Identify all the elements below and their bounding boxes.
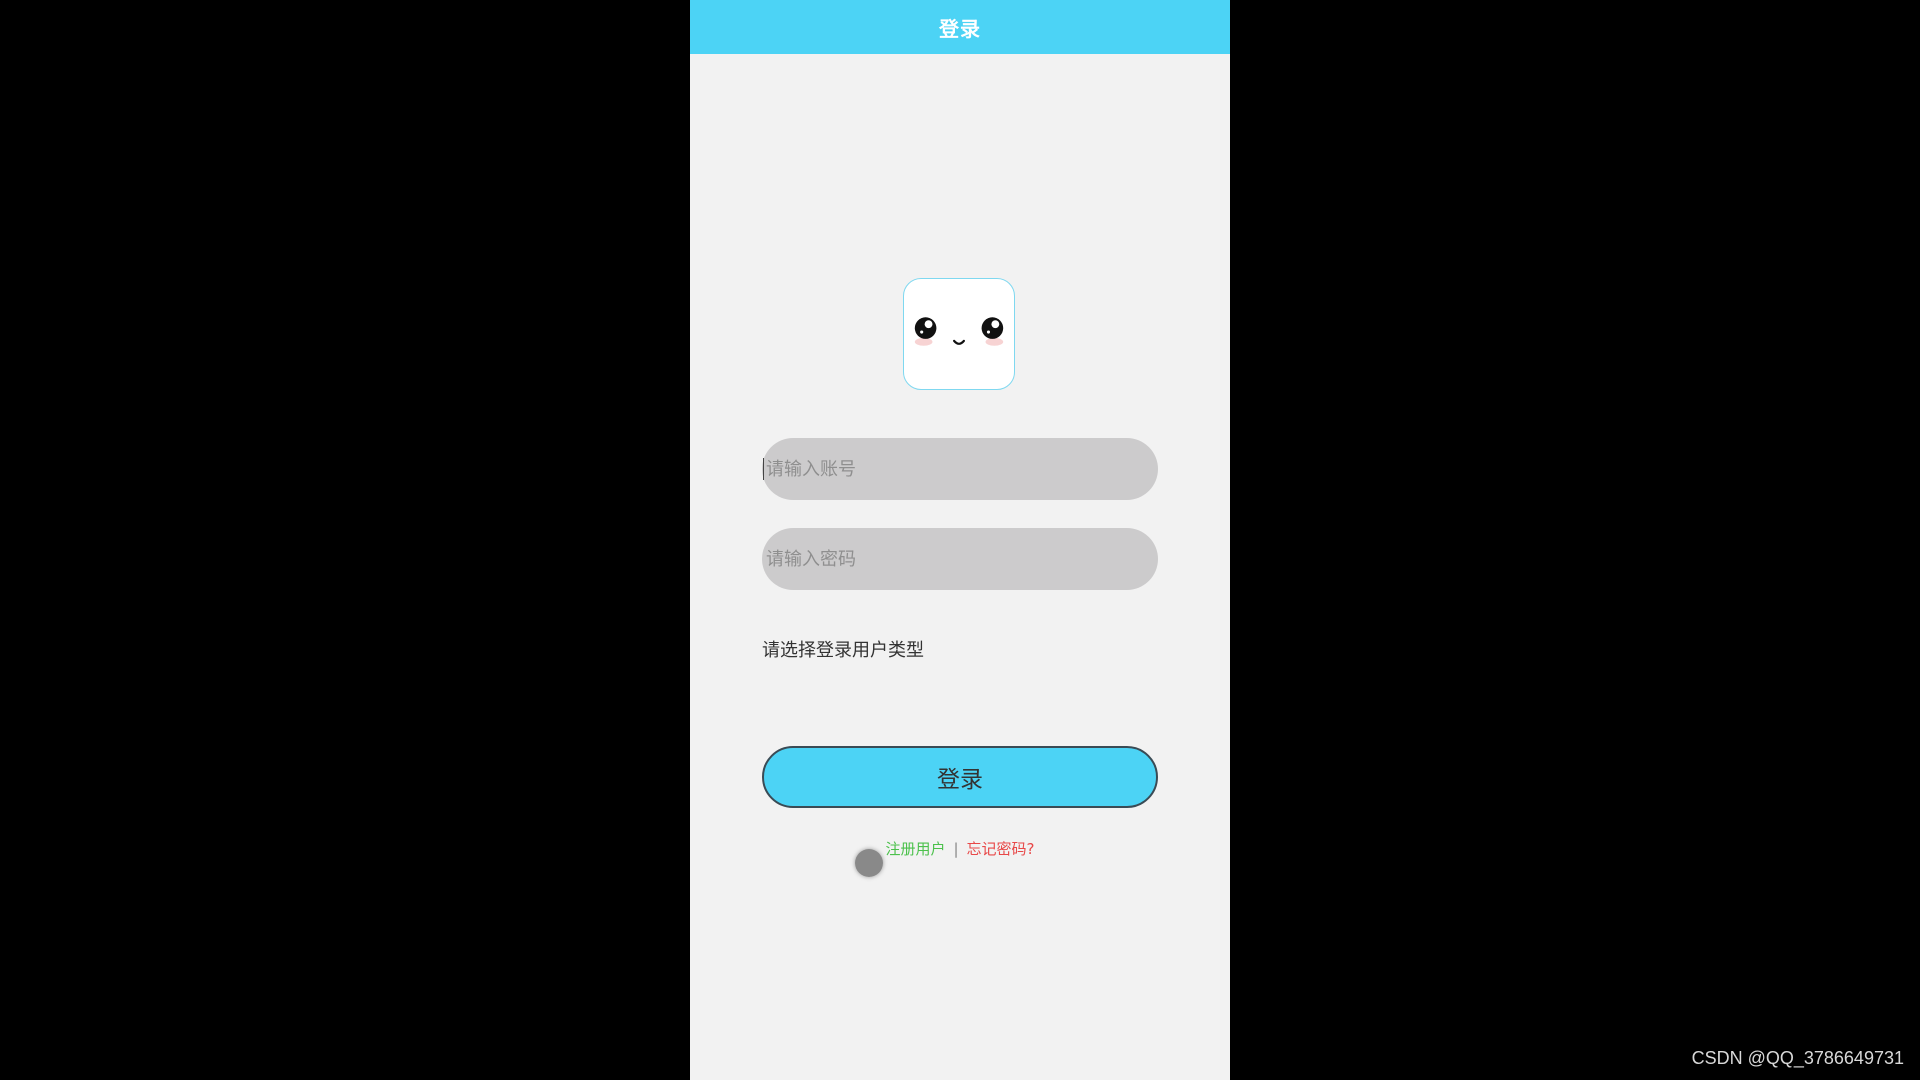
cute-face-icon xyxy=(903,278,1015,390)
page-title: 登录 xyxy=(939,16,981,41)
register-link[interactable]: 注册用户 xyxy=(885,840,945,858)
password-input[interactable] xyxy=(762,528,1158,590)
account-input[interactable] xyxy=(762,438,1158,500)
phone-screen: 登录 请选择登录用户类型 登录 注册用户 | 忘记密码? xyxy=(690,0,1230,1080)
text-caret xyxy=(763,458,764,480)
touch-indicator xyxy=(855,849,883,877)
user-type-label: 请选择登录用户类型 xyxy=(762,640,924,661)
forgot-password-link[interactable]: 忘记密码? xyxy=(967,840,1035,858)
login-button[interactable]: 登录 xyxy=(762,746,1158,808)
auth-links: 注册用户 | 忘记密码? xyxy=(690,838,1230,859)
watermark: CSDN @QQ_3786649731 xyxy=(1691,1048,1904,1068)
nav-bar: 登录 xyxy=(690,0,1230,54)
link-separator: | xyxy=(953,840,959,858)
